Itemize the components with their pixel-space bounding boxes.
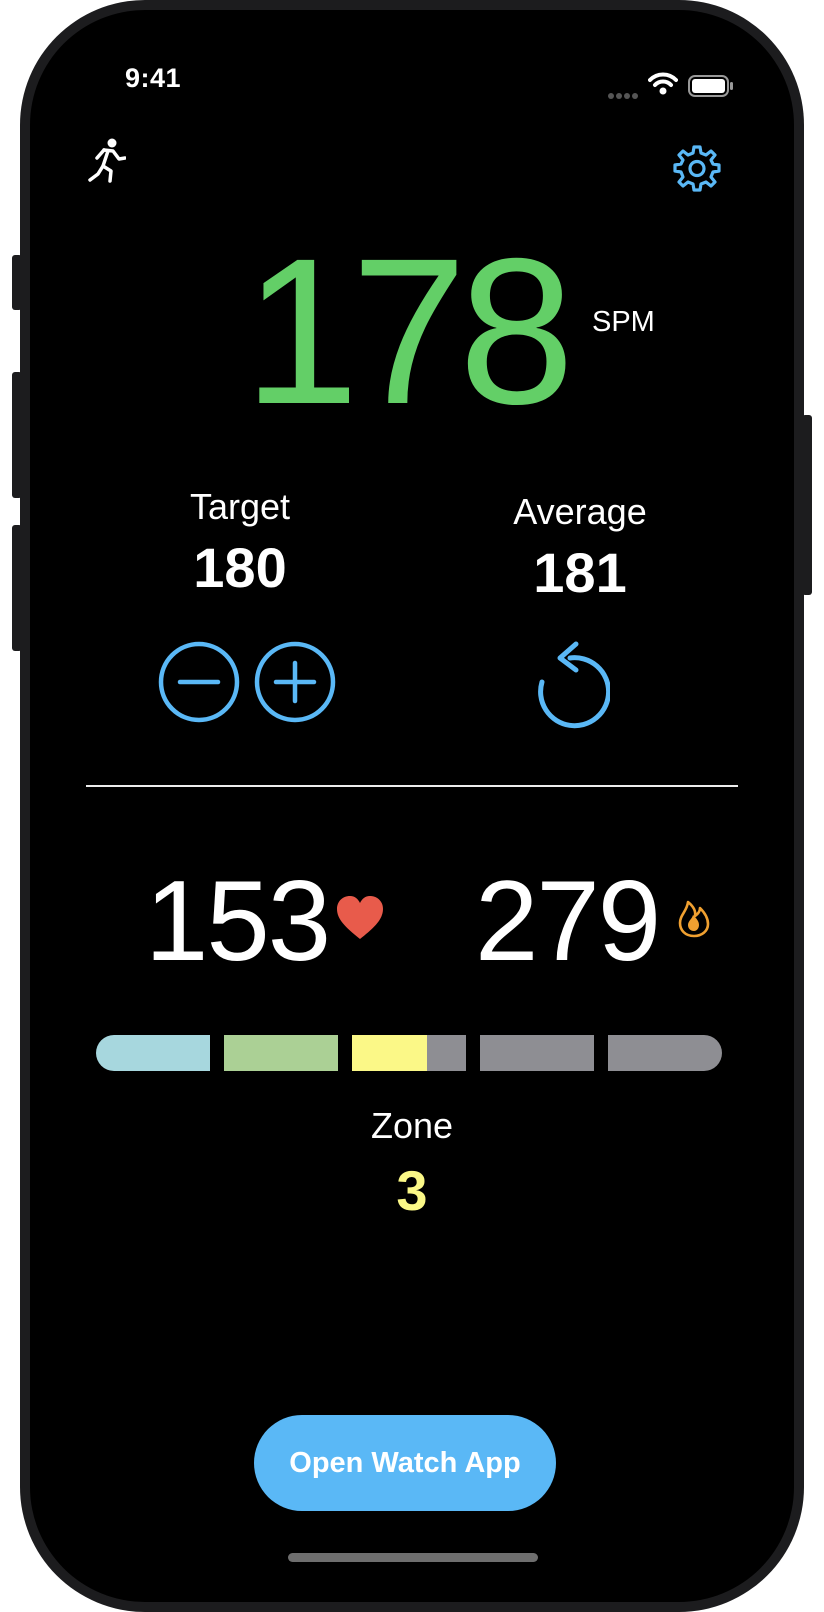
zone-segment-2 — [224, 1035, 338, 1071]
volume-up-button — [12, 372, 22, 498]
flame-icon — [678, 898, 710, 943]
running-figure-icon[interactable] — [86, 137, 127, 188]
volume-down-button — [12, 525, 22, 651]
zone-label: Zone — [370, 1105, 454, 1146]
calories-value: 279 — [475, 858, 661, 985]
open-watch-app-button[interactable]: Open Watch App — [254, 1415, 556, 1511]
zone-segment-3-fill — [352, 1035, 428, 1071]
average-value: 181 — [533, 541, 627, 604]
cadence-unit: SPM — [592, 306, 655, 338]
wifi-icon — [648, 72, 678, 101]
zone-segment-3 — [352, 1035, 466, 1071]
home-indicator[interactable] — [288, 1553, 538, 1562]
target-label: Target — [189, 486, 291, 527]
heart-rate-value: 153 — [145, 858, 331, 985]
target-value: 180 — [193, 536, 287, 599]
plus-circle-icon — [254, 641, 336, 723]
gear-icon[interactable] — [673, 144, 721, 197]
decrease-target-button[interactable] — [157, 640, 241, 729]
battery-icon — [688, 75, 734, 102]
zone-value: 3 — [396, 1159, 428, 1222]
cadence-value: 178 — [243, 216, 574, 448]
zone-segment-5 — [608, 1035, 722, 1071]
signal-icon — [608, 87, 642, 105]
status-time: 9:41 — [125, 63, 182, 93]
reset-average-button[interactable] — [530, 638, 612, 737]
app-screen: 9:41 178 SPM Target 180 Average 181 153 … — [30, 10, 794, 1602]
reset-icon — [538, 641, 612, 729]
zone-segment-1 — [96, 1035, 210, 1071]
minus-circle-icon — [158, 641, 240, 723]
power-button — [802, 415, 812, 595]
average-label: Average — [513, 491, 647, 532]
heart-icon — [335, 895, 385, 946]
increase-target-button[interactable] — [253, 640, 337, 729]
zone-segment-4 — [480, 1035, 594, 1071]
section-divider — [86, 785, 738, 787]
mute-switch — [12, 255, 22, 310]
